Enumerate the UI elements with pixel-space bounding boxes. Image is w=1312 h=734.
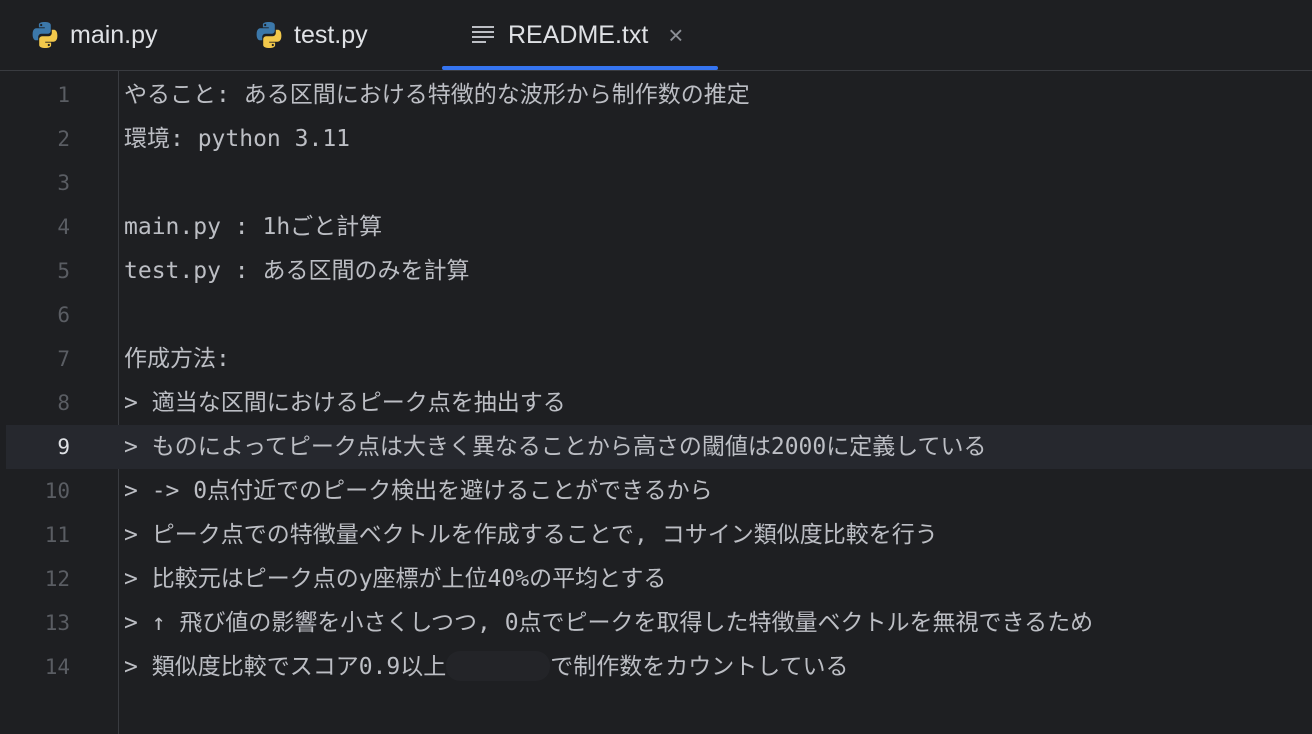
close-icon[interactable]: × <box>668 22 683 48</box>
python-icon <box>254 20 284 50</box>
line-number: 6 <box>57 303 70 327</box>
editor-line: 7 作成方法: <box>6 337 1312 381</box>
editor-line: 11 > ピーク点での特徴量ベクトルを作成することで, コサイン類似度比較を行う <box>6 513 1312 557</box>
editor-line: 1 やること: ある区間における特徴的な波形から制作数の推定 <box>6 73 1312 117</box>
line-text: > 類似度比較でスコア0.9以上 で制作数をカウントしている <box>124 645 849 689</box>
tab-main-py[interactable]: main.py <box>30 0 158 70</box>
line-number: 1 <box>57 83 70 107</box>
line-number: 3 <box>57 171 70 195</box>
line-text: main.py : 1hごと計算 <box>124 214 383 240</box>
editor-line: 2 環境: python 3.11 <box>6 117 1312 161</box>
editor-line: 13 > ↑ 飛び値の影響を小さくしつつ, 0点でピークを取得した特徴量ベクトル… <box>6 601 1312 645</box>
line-number: 12 <box>44 567 70 591</box>
line-text: > ピーク点での特徴量ベクトルを作成することで, コサイン類似度比較を行う <box>124 522 938 548</box>
editor-line: 4 main.py : 1hごと計算 <box>6 205 1312 249</box>
tab-test-py[interactable]: test.py <box>254 0 368 70</box>
line-number: 2 <box>57 127 70 151</box>
editor-line: 5 test.py : ある区間のみを計算 <box>6 249 1312 293</box>
line-text: 環境: python 3.11 <box>124 126 351 152</box>
editor-line-current: 9 > ものによってピーク点は大きく異なることから高さの閾値は2000に定義して… <box>6 425 1312 469</box>
line-number: 13 <box>44 611 70 635</box>
line-text-before: > 類似度比較でスコア0.9以上 <box>124 654 447 680</box>
editor-line: 10 > -> 0点付近でのピーク検出を避けることができるから <box>6 469 1312 513</box>
line-number: 9 <box>57 435 70 459</box>
text-file-icon <box>468 20 498 50</box>
line-text: > 比較元はピーク点のy座標が上位40%の平均とする <box>124 566 667 592</box>
line-text: > ものによってピーク点は大きく異なることから高さの閾値は2000に定義している <box>124 434 987 460</box>
line-text-after: で制作数をカウントしている <box>550 654 849 680</box>
python-icon <box>30 20 60 50</box>
line-text: > ↑ 飛び値の影響を小さくしつつ, 0点でピークを取得した特徴量ベクトルを無視… <box>124 610 1094 636</box>
line-number: 10 <box>44 479 70 503</box>
line-number: 5 <box>57 259 70 283</box>
tab-bar: main.py test.py README.txt × <box>0 0 1312 71</box>
line-text: > -> 0点付近でのピーク検出を避けることができるから <box>124 478 713 504</box>
tab-label: README.txt <box>508 20 649 49</box>
line-text: > 適当な区間におけるピーク点を抽出する <box>124 390 566 416</box>
tab-label: main.py <box>70 20 158 49</box>
line-number: 7 <box>57 347 70 371</box>
editor-line: 3 <box>6 161 1312 205</box>
tab-readme-txt[interactable]: README.txt × <box>468 0 683 70</box>
line-text: test.py : ある区間のみを計算 <box>124 258 470 284</box>
line-text: やること: ある区間における特徴的な波形から制作数の推定 <box>124 82 750 108</box>
redacted-block <box>446 650 551 681</box>
editor-line: 8 > 適当な区間におけるピーク点を抽出する <box>6 381 1312 425</box>
line-number: 11 <box>44 523 70 547</box>
editor-line: 6 <box>6 293 1312 337</box>
editor-line: 12 > 比較元はピーク点のy座標が上位40%の平均とする <box>6 557 1312 601</box>
line-number: 4 <box>57 215 70 239</box>
line-number: 8 <box>57 391 70 415</box>
text-editor[interactable]: 1 やること: ある区間における特徴的な波形から制作数の推定 2 環境: pyt… <box>6 71 1312 734</box>
line-text: 作成方法: <box>124 346 230 372</box>
line-number: 14 <box>44 655 70 679</box>
tab-label: test.py <box>294 20 368 49</box>
editor-line: 14 > 類似度比較でスコア0.9以上 で制作数をカウントしている <box>6 645 1312 689</box>
active-tab-indicator <box>442 66 718 70</box>
